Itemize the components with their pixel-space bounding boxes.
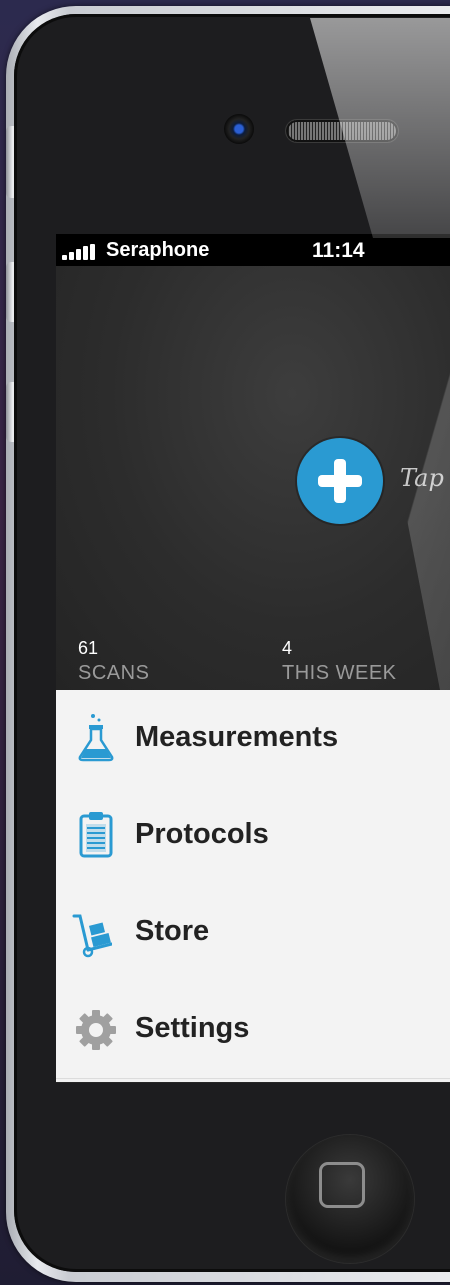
- menu-item-store[interactable]: Store: [56, 884, 450, 982]
- status-bar: Seraphone 11:14: [56, 234, 450, 266]
- add-hint-text: Tap: [400, 464, 444, 492]
- menu-item-protocols[interactable]: Protocols: [56, 787, 450, 885]
- device-mockup: Seraphone 11:14 Tap 61 SCANS 4 THIS WEEK: [0, 0, 450, 1285]
- menu-item-measurements[interactable]: Measurements: [56, 690, 450, 788]
- menu-item-label: Store: [135, 915, 210, 947]
- front-camera: [224, 114, 254, 144]
- dashboard-hero: Tap 61 SCANS 4 THIS WEEK: [56, 266, 450, 692]
- plus-icon-vertical: [334, 459, 346, 503]
- flask-icon: [78, 714, 114, 762]
- scans-count: 61: [78, 638, 99, 658]
- main-menu: Measurements Protocols Store Settings: [56, 690, 450, 1082]
- signal-strength-icon: [62, 244, 104, 260]
- home-square-icon: [319, 1162, 365, 1208]
- carrier-name: Seraphone: [106, 239, 210, 261]
- this-week-label: THIS WEEK: [282, 662, 397, 684]
- gear-icon: [76, 1010, 116, 1050]
- this-week-count: 4: [282, 638, 293, 658]
- menu-item-settings[interactable]: Settings: [56, 981, 450, 1079]
- add-scan-button[interactable]: [297, 438, 383, 524]
- scans-label: SCANS: [78, 662, 150, 684]
- status-time: 11:14: [312, 239, 365, 262]
- menu-item-label: Measurements: [135, 721, 339, 753]
- menu-item-label: Settings: [135, 1012, 250, 1044]
- app-screen: Seraphone 11:14 Tap 61 SCANS 4 THIS WEEK: [56, 234, 450, 1083]
- menu-item-label: Protocols: [135, 818, 269, 850]
- home-button[interactable]: [286, 1135, 414, 1263]
- hand-truck-icon: [72, 914, 112, 958]
- clipboard-icon: [79, 812, 113, 858]
